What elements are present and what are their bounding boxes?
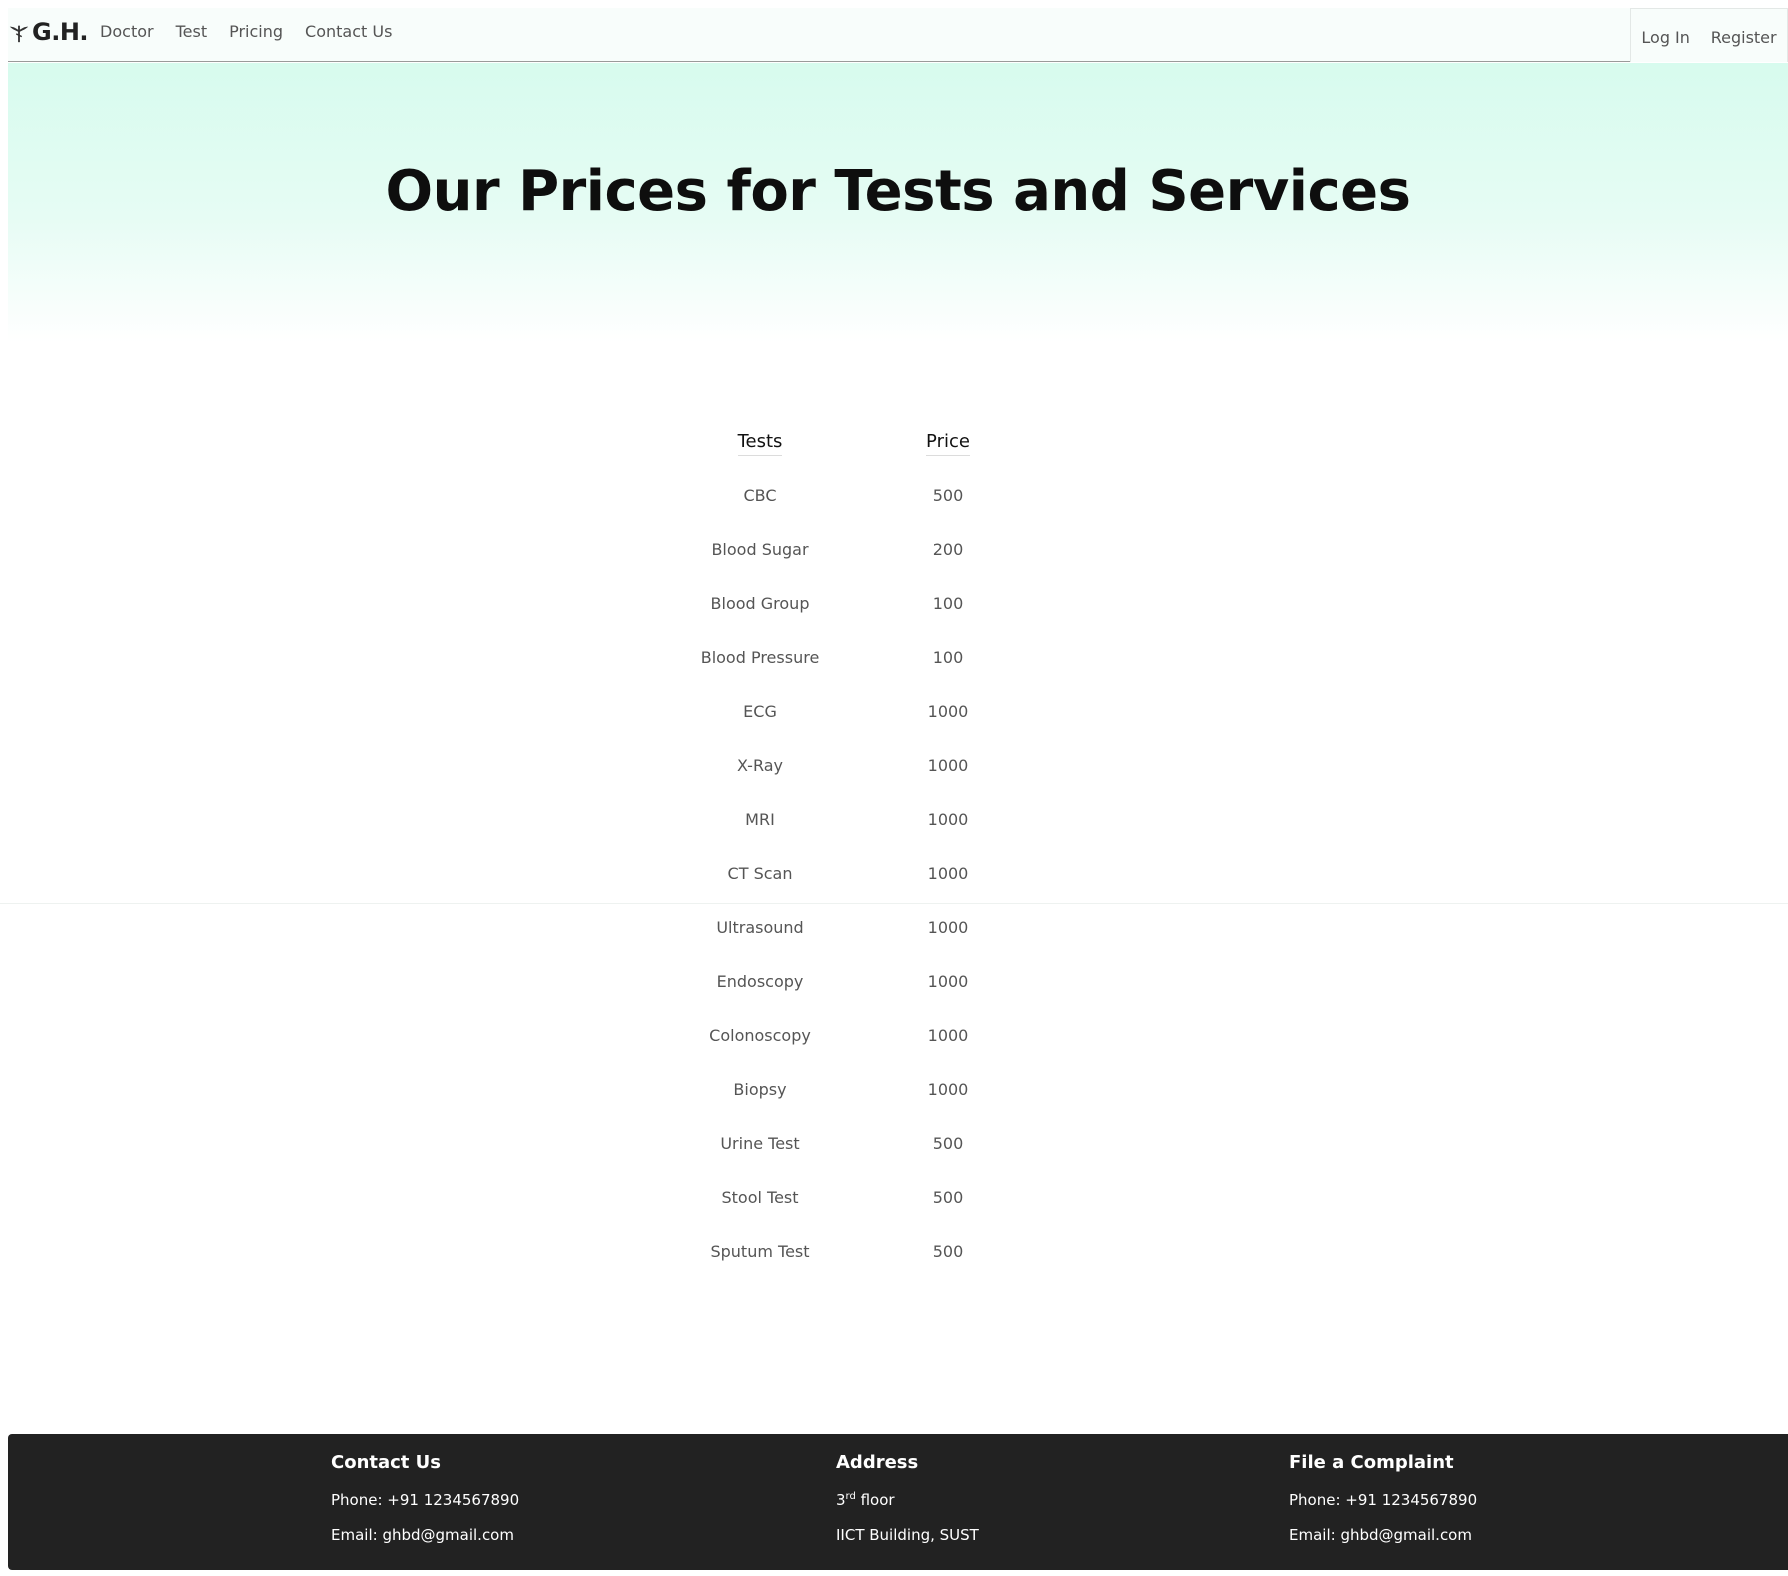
test-name-cell: Blood Group [710, 593, 810, 613]
test-price-cell: 500 [932, 1187, 964, 1207]
test-name-cell: CBC [743, 485, 777, 505]
test-price-cell: 100 [932, 647, 964, 667]
test-price-cell: 1000 [927, 971, 969, 991]
test-price-cell: 1000 [927, 701, 969, 721]
nav-link-contact-us[interactable]: Contact Us [305, 22, 392, 41]
test-price-cell: 500 [932, 485, 964, 505]
footer-complaint-phone: Phone: +91 1234567890 [1289, 1491, 1478, 1509]
test-name-cell: Stool Test [721, 1187, 799, 1207]
column-header-tests: Tests [737, 431, 783, 456]
footer-complaint: File a Complaint Phone: +91 1234567890 E… [1289, 1452, 1477, 1561]
table-row: Urine Test 500 [650, 1116, 1110, 1170]
brand[interactable]: G.H. [8, 8, 89, 61]
nav-link-test[interactable]: Test [176, 22, 208, 41]
hero: Our Prices for Tests and Services [8, 63, 1788, 343]
table-row: Biopsy 1000 [650, 1062, 1110, 1116]
navbar: G.H. Doctor Test Pricing Contact Us Log … [8, 8, 1788, 62]
table-row: MRI 1000 [650, 792, 1110, 846]
footer-address-line2: IICT Building, SUST [836, 1526, 979, 1544]
table-row: Stool Test 500 [650, 1170, 1110, 1224]
footer-address-title: Address [836, 1452, 919, 1473]
footer-address-line1: 3rd floor [836, 1491, 895, 1509]
footer-address: Address 3rd floor IICT Building, SUST [836, 1452, 979, 1561]
test-name-cell: MRI [745, 809, 775, 829]
nav-links: Doctor Test Pricing Contact Us [100, 22, 414, 41]
page-title: Our Prices for Tests and Services [385, 159, 1411, 224]
test-name-cell: Blood Sugar [711, 539, 809, 559]
test-price-cell: 1000 [927, 1079, 969, 1099]
table-row: ECG 1000 [650, 684, 1110, 738]
divider [0, 903, 1788, 904]
login-link[interactable]: Log In [1641, 28, 1690, 47]
test-price-cell: 500 [932, 1241, 964, 1261]
table-body: CBC 500 Blood Sugar 200 Blood Group 100 Blood … [650, 468, 1110, 1278]
test-price-cell: 500 [932, 1133, 964, 1153]
price-table: Tests Price CBC 500 Blood Sugar 200 Blood Gr… [650, 418, 1110, 1278]
table-row: X-Ray 1000 [650, 738, 1110, 792]
test-price-cell: 1000 [927, 809, 969, 829]
test-price-cell: 1000 [927, 1025, 969, 1045]
test-name-cell: Blood Pressure [700, 647, 820, 667]
table-header-row: Tests Price [650, 418, 1110, 468]
page: G.H. Doctor Test Pricing Contact Us Log … [0, 0, 1788, 1576]
test-name-cell: Biopsy [733, 1079, 787, 1099]
nav-link-pricing[interactable]: Pricing [229, 22, 283, 41]
test-price-cell: 1000 [927, 917, 969, 937]
footer-contact-email: Email: ghbd@gmail.com [331, 1526, 514, 1544]
test-name-cell: X-Ray [737, 755, 783, 775]
auth-links: Log In Register [1630, 8, 1788, 62]
footer: Contact Us Phone: +91 1234567890 Email: … [8, 1434, 1788, 1570]
test-name-cell: ECG [743, 701, 777, 721]
table-row: Sputum Test 500 [650, 1224, 1110, 1278]
footer-complaint-title: File a Complaint [1289, 1452, 1454, 1473]
table-row: CT Scan 1000 [650, 846, 1110, 900]
test-price-cell: 1000 [927, 863, 969, 883]
table-row: Colonoscopy 1000 [650, 1008, 1110, 1062]
test-price-cell: 200 [932, 539, 964, 559]
footer-complaint-email: Email: ghbd@gmail.com [1289, 1526, 1472, 1544]
table-row: Blood Sugar 200 [650, 522, 1110, 576]
column-header-price: Price [926, 431, 970, 456]
table-row: Endoscopy 1000 [650, 954, 1110, 1008]
nav-link-doctor[interactable]: Doctor [100, 22, 154, 41]
table-row: Blood Pressure 100 [650, 630, 1110, 684]
test-name-cell: Colonoscopy [709, 1025, 811, 1045]
test-name-cell: Sputum Test [710, 1241, 810, 1261]
table-row: Ultrasound 1000 [650, 900, 1110, 954]
register-link[interactable]: Register [1711, 28, 1777, 47]
test-name-cell: Ultrasound [716, 917, 804, 937]
table-row: Blood Group 100 [650, 576, 1110, 630]
brand-name: G.H. [32, 17, 89, 46]
test-name-cell: Endoscopy [716, 971, 804, 991]
caduceus-icon [9, 25, 29, 42]
table-row: CBC 500 [650, 468, 1110, 522]
footer-contact: Contact Us Phone: +91 1234567890 Email: … [331, 1452, 519, 1561]
test-price-cell: 100 [932, 593, 964, 613]
test-name-cell: Urine Test [720, 1133, 800, 1153]
test-name-cell: CT Scan [727, 863, 793, 883]
footer-contact-phone: Phone: +91 1234567890 [331, 1491, 520, 1509]
test-price-cell: 1000 [927, 755, 969, 775]
footer-contact-title: Contact Us [331, 1452, 442, 1473]
